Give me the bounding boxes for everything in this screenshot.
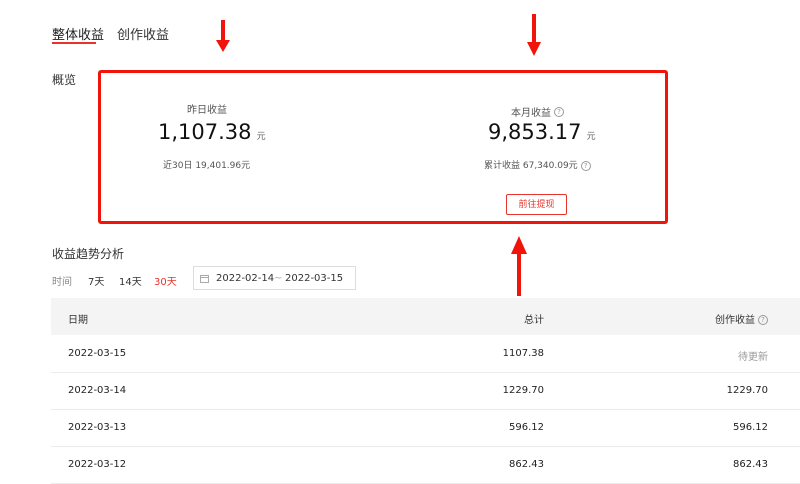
date-start[interactable]: 2022-02-14: [216, 273, 274, 284]
question-circle-icon[interactable]: ?: [758, 315, 768, 325]
date-range-picker[interactable]: 2022-02-14 ~ 2022-03-15: [193, 266, 356, 290]
month-earnings-label: 本月收益: [511, 108, 551, 119]
yesterday-earnings-label: 昨日收益: [187, 105, 227, 116]
time-filter-label: 时间: [52, 277, 72, 288]
range-7-days[interactable]: 7天: [88, 273, 104, 288]
row-date: 2022-03-14: [68, 385, 127, 396]
question-circle-icon[interactable]: ?: [580, 160, 591, 171]
row-total: 596.12: [509, 422, 544, 433]
table-row: 2022-03-12 862.43 862.43: [51, 446, 800, 484]
month-earnings-label-group: 本月收益?: [511, 101, 564, 120]
annotation-arrow-down-left: [216, 20, 230, 52]
table-row: 2022-03-13 596.12 596.12: [51, 409, 800, 447]
month-earnings-unit: 元: [586, 132, 596, 142]
overview-highlight-box: [98, 70, 668, 224]
annotation-arrow-down-right: [527, 14, 541, 56]
annotation-arrow-up: [511, 236, 527, 296]
tab-overall-earnings[interactable]: 整体收益: [52, 24, 104, 43]
yesterday-earnings-value: 1,107.38: [158, 120, 252, 144]
table-row: 2022-03-14 1229.70 1229.70: [51, 372, 800, 410]
row-creation-earnings: 862.43: [733, 459, 768, 470]
yesterday-earnings-unit: 元: [256, 132, 266, 142]
date-separator: ~: [274, 273, 283, 284]
cumulative-earnings: 累计收益 67,340.09元: [484, 161, 578, 171]
table-header: 日期 总计 创作收益?: [51, 298, 800, 335]
overview-title: 概览: [52, 73, 77, 87]
row-total: 1107.38: [502, 348, 544, 359]
range-14-days[interactable]: 14天: [119, 273, 142, 288]
last-30-days-earnings: 近30日 19,401.96元: [163, 161, 251, 171]
calendar-icon: [200, 275, 209, 283]
range-30-days[interactable]: 30天: [154, 273, 177, 288]
active-tab-indicator: [52, 42, 96, 44]
row-date: 2022-03-13: [68, 422, 127, 433]
row-date: 2022-03-12: [68, 459, 127, 470]
date-end[interactable]: 2022-03-15: [285, 273, 343, 284]
header-date: 日期: [68, 315, 88, 326]
table-row: 2022-03-15 1107.38 待更新: [51, 335, 800, 373]
row-date: 2022-03-15: [68, 348, 127, 359]
withdraw-button[interactable]: 前往提现: [506, 194, 567, 215]
row-total: 1229.70: [502, 385, 544, 396]
tab-creation-earnings[interactable]: 创作收益: [117, 24, 169, 43]
row-total: 862.43: [509, 459, 544, 470]
row-creation-earnings: 596.12: [733, 422, 768, 433]
header-creation-earnings: 创作收益?: [715, 311, 768, 326]
row-creation-earnings: 1229.70: [726, 385, 768, 396]
question-circle-icon[interactable]: ?: [554, 106, 564, 117]
month-earnings: 9,853.17 元: [488, 120, 596, 144]
header-total: 总计: [524, 315, 544, 326]
row-creation-earnings: 待更新: [738, 352, 768, 363]
yesterday-earnings: 1,107.38 元: [158, 120, 266, 144]
month-earnings-value: 9,853.17: [488, 120, 582, 144]
cumulative-earnings-group: 累计收益 67,340.09元?: [484, 158, 591, 171]
trend-analysis-title: 收益趋势分析: [52, 247, 125, 261]
